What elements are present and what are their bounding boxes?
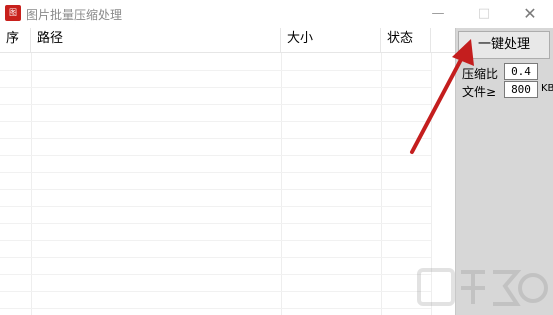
grid-line [0, 104, 431, 105]
grid-line [0, 172, 431, 173]
process-all-button[interactable]: 一键处理 [458, 31, 550, 59]
grid-line [0, 308, 431, 309]
grid-line [0, 274, 431, 275]
grid-line [0, 138, 431, 139]
list-header: 序 路径 大小 状态 [0, 28, 455, 53]
app-logo-icon: 图 [5, 5, 21, 21]
title-bar[interactable]: 图 图片批量压缩处理 — □ ✕ [0, 0, 553, 28]
grid-line [0, 121, 431, 122]
grid-line [0, 155, 431, 156]
file-size-label: 文件≥ [462, 85, 497, 99]
app-window: 图 图片批量压缩处理 — □ ✕ 序 路径 大小 状态 一键处理 压缩比 文件≥… [0, 0, 553, 315]
column-header-path[interactable]: 路径 [31, 28, 281, 52]
grid-line [0, 240, 431, 241]
file-size-unit: KB [541, 83, 553, 94]
column-divider [281, 53, 282, 315]
column-divider [381, 53, 382, 315]
file-list[interactable]: 序 路径 大小 状态 [0, 28, 455, 315]
maximize-button[interactable]: □ [461, 0, 507, 28]
grid-line [0, 206, 431, 207]
column-divider [31, 53, 32, 315]
file-size-input[interactable] [504, 81, 538, 98]
column-header-status[interactable]: 状态 [381, 28, 431, 52]
ratio-input[interactable] [504, 63, 538, 80]
column-header-index[interactable]: 序 [0, 28, 31, 52]
grid-line [0, 70, 431, 71]
grid-line [0, 257, 431, 258]
grid-line [0, 291, 431, 292]
column-header-size[interactable]: 大小 [281, 28, 381, 52]
grid-line [0, 87, 431, 88]
window-title: 图片批量压缩处理 [26, 8, 123, 22]
watermark-logo-icon [417, 268, 548, 306]
close-button[interactable]: ✕ [507, 0, 553, 28]
list-body[interactable] [0, 53, 455, 315]
minimize-button[interactable]: — [415, 0, 461, 28]
grid-line [0, 223, 431, 224]
grid-line [0, 189, 431, 190]
ratio-label: 压缩比 [462, 67, 499, 81]
